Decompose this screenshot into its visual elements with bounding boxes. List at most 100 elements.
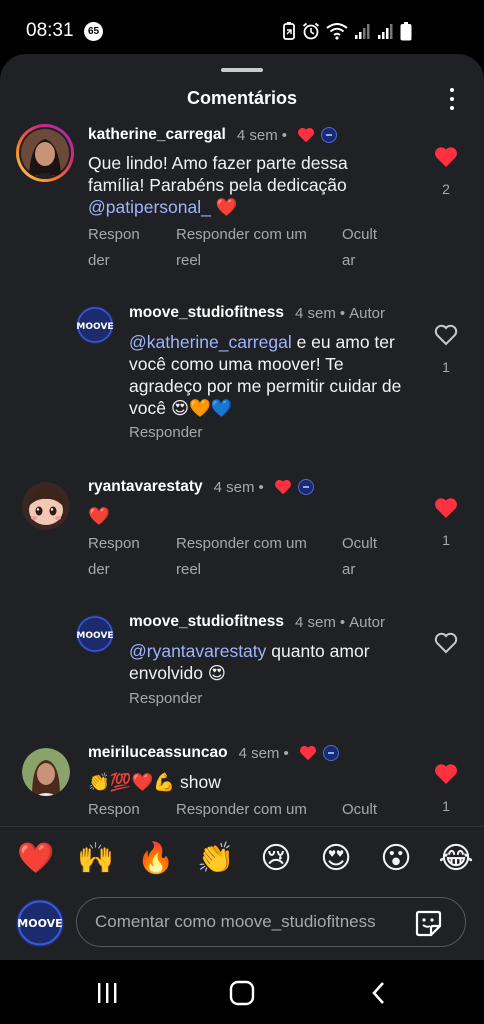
reply-button[interactable]: Responder [129, 686, 202, 712]
reply-with-reel-button[interactable]: Responder com um [176, 797, 307, 823]
reaction-surprised[interactable]: 😮 [376, 841, 416, 877]
more-options-icon[interactable] [440, 86, 464, 112]
home-icon[interactable] [227, 978, 257, 1008]
quick-reaction-row: ❤️ 🙌 🔥 👏 😢 😍 😮 😂 [16, 841, 476, 877]
username[interactable]: moove_studiofitness [129, 304, 284, 322]
like-count: 1 [442, 359, 450, 375]
comment-time: 4 sem [236, 126, 278, 144]
avatar[interactable]: MOOVE [76, 615, 114, 653]
comment-header: moove_studiofitness 4 sem • Autor [129, 304, 385, 322]
like-column: 2 [431, 146, 461, 197]
signal-icon [377, 23, 394, 40]
svg-text:MOOVE: MOOVE [76, 631, 113, 641]
like-heart-outline-icon[interactable] [434, 632, 458, 658]
reaction-heart[interactable]: ❤️ [16, 841, 56, 877]
author-liked-heart-icon [297, 127, 315, 143]
avatar[interactable] [22, 482, 70, 530]
like-column [431, 632, 461, 659]
svg-text:MOOVE: MOOVE [17, 917, 62, 930]
reaction-clap[interactable]: 👏 [196, 841, 236, 877]
recent-apps-icon[interactable] [92, 978, 122, 1008]
username[interactable]: moove_studiofitness [129, 613, 284, 631]
status-icons [282, 20, 412, 42]
dot-separator: • [281, 126, 287, 144]
like-count: 1 [442, 798, 450, 814]
signal-icon [354, 23, 371, 40]
reaction-laughing[interactable]: 😂 [436, 841, 476, 877]
reply-button[interactable]: Respon [88, 797, 140, 823]
author-mini-avatar [320, 127, 337, 143]
mention-link[interactable]: @patipersonal_ [88, 197, 211, 217]
reply-with-reel-button[interactable]: Responder com um reel [176, 222, 307, 274]
mention-link[interactable]: @ryantavarestaty [129, 641, 266, 661]
dot-separator: • [339, 304, 346, 322]
drag-handle[interactable] [221, 68, 263, 72]
comment-text: @katherine_carregal e eu amo ter você co… [129, 331, 411, 419]
comment-body: Que lindo! Amo fazer parte dessa família… [88, 153, 348, 195]
comments-sheet: Comentários katherine_carregal 4 sem • Q… [0, 54, 484, 960]
svg-text:MOOVE: MOOVE [76, 322, 113, 332]
hide-button[interactable]: Ocult ar [342, 531, 377, 583]
composer-avatar: MOOVE [16, 899, 64, 947]
like-heart-icon[interactable] [434, 764, 458, 789]
comment-input[interactable] [95, 898, 395, 946]
like-count: 2 [442, 181, 450, 197]
wifi-icon [326, 22, 348, 40]
battery-icon [400, 21, 412, 41]
username[interactable]: ryantavarestaty [88, 478, 203, 496]
reaction-raised-hands[interactable]: 🙌 [76, 841, 116, 877]
reply-button[interactable]: Responder [129, 420, 202, 446]
sticker-icon[interactable] [413, 908, 443, 938]
comment-actions: Respon der Responder com um reel Ocult a… [88, 531, 408, 591]
comment-body: 👏💯❤️💪 show [88, 772, 221, 792]
mention-link[interactable]: @katherine_carregal [129, 332, 292, 352]
avatar[interactable] [22, 748, 70, 796]
comment-time: 4 sem [295, 613, 336, 631]
dot-separator: • [283, 744, 289, 762]
like-heart-icon[interactable] [434, 147, 458, 172]
comment-text: @ryantavarestaty quanto amor envolvido 😍 [129, 640, 411, 684]
comment-header: ryantavarestaty 4 sem • [88, 478, 314, 496]
author-mini-avatar [297, 479, 314, 495]
like-column: 1 [431, 763, 461, 814]
back-icon[interactable] [364, 978, 394, 1008]
comment-time: 4 sem [238, 744, 280, 762]
author-liked-heart-icon [274, 479, 292, 495]
comment-text: 👏💯❤️💪 show [88, 771, 388, 793]
like-heart-outline-icon[interactable] [434, 324, 458, 350]
notification-count-badge: 65 [84, 22, 103, 41]
reply-bar: ❤️ 🙌 🔥 👏 😢 😍 😮 😂 MOOVE [0, 826, 484, 960]
reaction-fire[interactable]: 🔥 [136, 841, 176, 877]
author-label: Autor [349, 613, 386, 631]
comment-actions: Respon der Responder com um reel Ocult a… [88, 222, 408, 282]
status-bar: 08:31 65 [0, 0, 484, 58]
dot-separator: • [339, 613, 346, 631]
reply-button[interactable]: Respon der [88, 531, 140, 583]
like-heart-icon[interactable] [434, 498, 458, 523]
comment-suffix: ❤️ [210, 197, 238, 217]
avatar[interactable]: MOOVE [76, 306, 114, 344]
battery-saver-icon [282, 22, 296, 40]
avatar[interactable] [16, 124, 74, 182]
reply-button[interactable]: Respon der [88, 222, 140, 274]
comment-header: meiriluceassuncao 4 sem • [88, 744, 339, 762]
username[interactable]: katherine_carregal [88, 126, 226, 144]
author-label: Autor [349, 304, 386, 322]
comment-actions: Responder [129, 686, 289, 712]
comment-composer [76, 897, 466, 947]
reply-with-reel-button[interactable]: Responder com um reel [176, 531, 307, 583]
alarm-icon [302, 22, 320, 40]
hide-button[interactable]: Ocult ar [342, 222, 377, 274]
comment-actions: Responder [129, 420, 289, 446]
comment-header: katherine_carregal 4 sem • [88, 126, 337, 144]
username[interactable]: meiriluceassuncao [88, 744, 228, 762]
dot-separator: • [258, 478, 264, 496]
hide-button[interactable]: Ocult [342, 797, 377, 823]
like-column: 1 [431, 324, 461, 375]
comment-text: Que lindo! Amo fazer parte dessa família… [88, 152, 388, 218]
reaction-heart-eyes[interactable]: 😍 [316, 841, 356, 877]
reaction-crying[interactable]: 😢 [256, 841, 296, 877]
comment-text: ❤️ [88, 505, 388, 527]
comment-header: moove_studiofitness 4 sem • Autor [129, 613, 385, 631]
author-liked-heart-icon [299, 745, 317, 761]
